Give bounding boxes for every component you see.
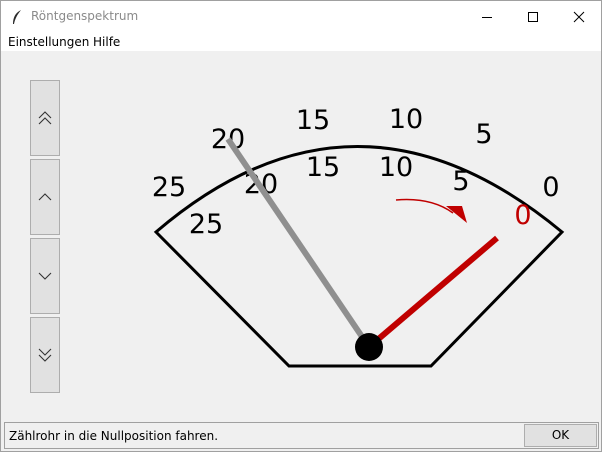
ok-button[interactable]: OK [524, 424, 597, 447]
target-label: 0 [514, 200, 531, 231]
motion-arrow [395, 198, 454, 214]
inner-tick-15: 15 [306, 152, 340, 183]
motion-arrowhead [446, 206, 467, 223]
target-needle [367, 235, 499, 350]
needle-pivot [355, 333, 383, 361]
outer-tick-25: 25 [152, 172, 186, 203]
outer-tick-5: 5 [475, 119, 492, 150]
outer-tick-0: 0 [542, 172, 559, 203]
app-window: Röntgenspektrum Einstellungen Hilfe 25 1… [0, 0, 602, 452]
gauge-canvas: 25 20 15 10 5 0 25 20 15 10 5 0 [152, 104, 565, 368]
inner-tick-5: 5 [452, 166, 469, 197]
inner-tick-10: 10 [379, 152, 413, 183]
inner-tick-25: 25 [189, 209, 223, 240]
status-bar: Zählrohr in die Nullposition fahren. OK [4, 422, 599, 449]
status-message: Zählrohr in die Nullposition fahren. [9, 429, 219, 443]
current-needle [225, 137, 372, 349]
outer-tick-15: 15 [296, 105, 330, 136]
outer-tick-10: 10 [389, 104, 423, 135]
